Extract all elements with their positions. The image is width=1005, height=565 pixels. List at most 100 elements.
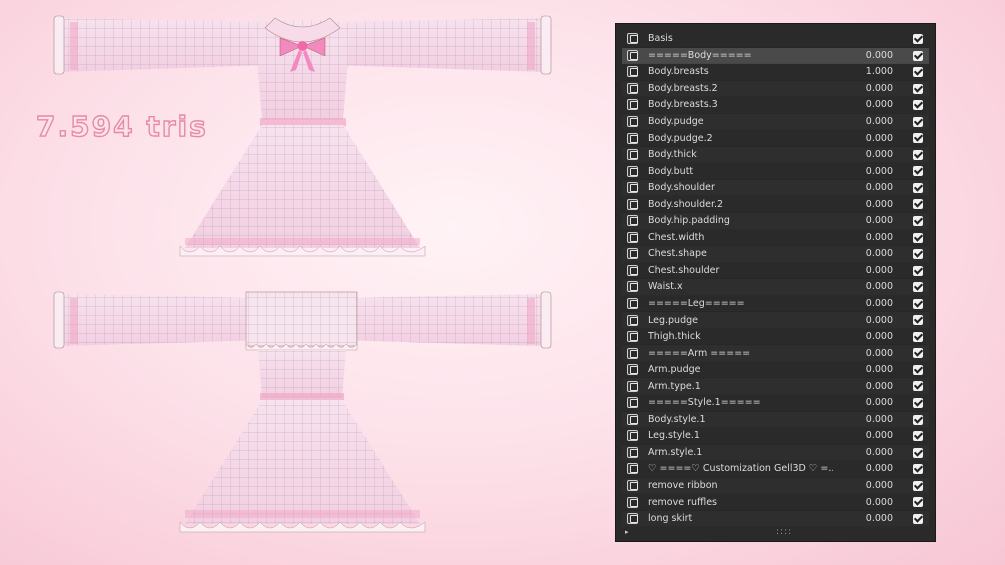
shape-key-value[interactable]: 0.000 (833, 265, 893, 276)
shape-key-checkbox[interactable] (913, 447, 923, 458)
shape-key-row[interactable]: Basis (622, 31, 929, 48)
shape-key-row[interactable]: ♡ ====♡ Customization Gell3D ♡ =... 0.000 (622, 461, 929, 478)
resize-handle[interactable]: :::: (776, 527, 792, 537)
shape-key-name[interactable]: =====Leg===== (648, 298, 833, 309)
shape-key-row[interactable]: Body.pudge.2 0.000 (622, 130, 929, 147)
shape-key-value[interactable]: 0.000 (833, 149, 893, 160)
shape-key-name[interactable]: Leg.pudge (648, 315, 833, 326)
shape-key-row[interactable]: Body.shoulder.2 0.000 (622, 196, 929, 214)
shape-key-value[interactable]: 0.000 (833, 480, 893, 491)
shape-key-name[interactable]: Body.butt (648, 166, 833, 177)
shape-key-name[interactable]: long skirt (648, 513, 833, 524)
shape-key-checkbox[interactable] (913, 497, 923, 508)
shape-key-name[interactable]: Body.style.1 (648, 414, 833, 425)
shape-key-name[interactable]: Body.breasts (648, 66, 833, 77)
shape-key-checkbox[interactable] (913, 381, 923, 392)
shape-key-value[interactable]: 0.000 (833, 215, 893, 226)
shape-key-name[interactable]: ♡ ====♡ Customization Gell3D ♡ =... (648, 463, 833, 474)
shape-key-name[interactable]: Leg.style.1 (648, 430, 833, 441)
shape-key-value[interactable]: 0.000 (833, 232, 893, 243)
shape-key-row[interactable]: Body.thick 0.000 (622, 146, 929, 164)
shape-key-row[interactable]: Chest.shape 0.000 (622, 246, 929, 263)
shape-key-checkbox[interactable] (913, 298, 923, 309)
shape-key-row[interactable]: remove ribbon 0.000 (622, 477, 929, 495)
shape-key-value[interactable]: 0.000 (833, 182, 893, 193)
shape-key-name[interactable]: =====Style.1===== (648, 397, 833, 408)
shape-key-checkbox[interactable] (913, 282, 923, 293)
shape-key-name[interactable]: =====Arm ===== (648, 348, 833, 359)
shape-key-row[interactable]: Chest.shoulder 0.000 (622, 263, 929, 280)
shape-key-value[interactable]: 0.000 (833, 298, 893, 309)
shape-key-value[interactable]: 0.000 (833, 414, 893, 425)
shape-key-row[interactable]: Chest.width 0.000 (622, 230, 929, 247)
shape-key-checkbox[interactable] (913, 34, 923, 44)
shape-key-name[interactable]: Basis (648, 33, 833, 44)
shape-key-value[interactable]: 0.000 (833, 497, 893, 508)
shape-key-value[interactable]: 0.000 (833, 166, 893, 177)
shape-key-row[interactable]: Waist.x 0.000 (622, 279, 929, 296)
shape-key-checkbox[interactable] (913, 331, 923, 342)
shape-key-row[interactable]: Arm.style.1 0.000 (622, 444, 929, 462)
shape-key-name[interactable]: Arm.type.1 (648, 381, 833, 392)
shape-key-checkbox[interactable] (913, 67, 923, 78)
shape-key-name[interactable]: Waist.x (648, 281, 833, 292)
shape-key-checkbox[interactable] (913, 414, 923, 425)
shape-key-value[interactable]: 0.000 (833, 430, 893, 441)
shape-key-checkbox[interactable] (913, 315, 923, 326)
shape-key-value[interactable]: 0.000 (833, 315, 893, 326)
shape-key-name[interactable]: Thigh.thick (648, 331, 833, 342)
shape-key-name[interactable]: Body.breasts.3 (648, 99, 833, 110)
shape-key-name[interactable]: Body.pudge (648, 116, 833, 127)
shape-key-row[interactable]: =====Leg===== 0.000 (622, 296, 929, 313)
shape-key-checkbox[interactable] (913, 216, 923, 227)
shape-key-checkbox[interactable] (913, 149, 923, 160)
shape-key-value[interactable]: 0.000 (833, 116, 893, 127)
shape-key-checkbox[interactable] (913, 480, 923, 491)
shape-key-checkbox[interactable] (913, 133, 923, 144)
expand-arrow-icon[interactable]: ▸ (625, 528, 629, 536)
shape-key-row[interactable]: Body.shoulder 0.000 (622, 179, 929, 197)
shape-key-row[interactable]: Arm.pudge 0.000 (622, 362, 929, 379)
shape-key-value[interactable]: 0.000 (833, 99, 893, 110)
shape-key-row[interactable]: =====Arm ===== 0.000 (622, 345, 929, 362)
shape-key-value[interactable]: 0.000 (833, 381, 893, 392)
shape-key-checkbox[interactable] (913, 83, 923, 94)
shape-key-value[interactable]: 0.000 (833, 281, 893, 292)
shape-key-value[interactable]: 0.000 (833, 348, 893, 359)
shape-key-checkbox[interactable] (913, 100, 923, 111)
shape-key-value[interactable]: 0.000 (833, 50, 893, 61)
shape-key-name[interactable]: Body.thick (648, 149, 833, 160)
shape-key-row[interactable]: Body.butt 0.000 (622, 163, 929, 180)
shape-key-checkbox[interactable] (913, 265, 923, 276)
shape-key-name[interactable]: Body.pudge.2 (648, 133, 833, 144)
shape-key-value[interactable]: 0.000 (833, 364, 893, 375)
shape-key-row[interactable]: Body.hip.padding 0.000 (622, 213, 929, 230)
shape-key-value[interactable]: 0.000 (833, 447, 893, 458)
shape-key-checkbox[interactable] (913, 232, 923, 243)
shape-key-name[interactable]: Chest.shoulder (648, 265, 833, 276)
shape-key-value[interactable]: 0.000 (833, 248, 893, 259)
shape-key-name[interactable]: Body.breasts.2 (648, 83, 833, 94)
shape-key-row[interactable]: Body.pudge 0.000 (622, 113, 929, 131)
shape-key-row[interactable]: Body.style.1 0.000 (622, 411, 929, 429)
shape-key-checkbox[interactable] (913, 431, 923, 442)
shape-key-value[interactable]: 0.000 (833, 463, 893, 474)
shape-key-name[interactable]: Body.shoulder.2 (648, 199, 833, 210)
shape-key-value[interactable]: 0.000 (833, 133, 893, 144)
shape-key-checkbox[interactable] (913, 166, 923, 177)
shape-key-name[interactable]: remove ruffles (648, 497, 833, 508)
shape-key-name[interactable]: Chest.shape (648, 248, 833, 259)
shape-key-checkbox[interactable] (913, 398, 923, 409)
shape-key-row[interactable]: =====Body===== 0.000 (622, 47, 929, 65)
shape-key-checkbox[interactable] (913, 464, 923, 475)
shape-key-value[interactable]: 0.000 (833, 331, 893, 342)
shape-key-checkbox[interactable] (913, 182, 923, 193)
shape-key-name[interactable]: remove ribbon (648, 480, 833, 491)
shape-key-row[interactable]: Leg.pudge 0.000 (622, 312, 929, 329)
shape-key-name[interactable]: Body.hip.padding (648, 215, 833, 226)
shape-key-name[interactable]: Arm.pudge (648, 364, 833, 375)
shape-key-checkbox[interactable] (913, 513, 923, 524)
shape-key-name[interactable]: Arm.style.1 (648, 447, 833, 458)
shape-key-name[interactable]: Chest.width (648, 232, 833, 243)
shape-key-value[interactable]: 0.000 (833, 513, 893, 524)
